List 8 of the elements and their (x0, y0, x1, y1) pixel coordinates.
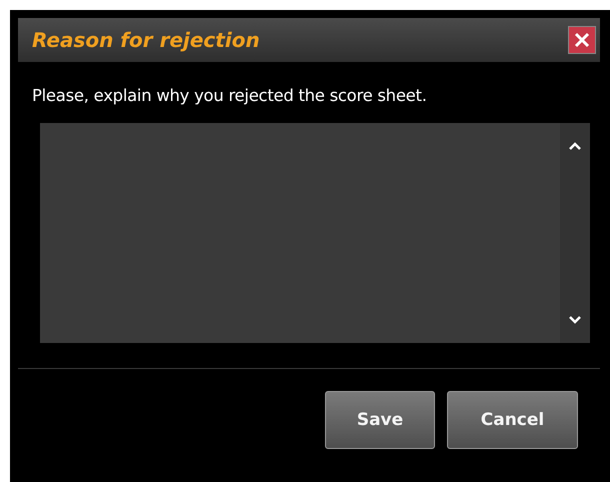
instruction-text: Please, explain why you rejected the score sheet. (32, 86, 428, 105)
close-icon[interactable] (568, 26, 596, 54)
dialog-title: Reason for rejection (32, 28, 260, 52)
scroll-down-icon[interactable] (568, 315, 582, 325)
save-button[interactable]: Save (325, 391, 435, 449)
reason-input-field[interactable] (40, 123, 590, 343)
scroll-up-icon[interactable] (568, 141, 582, 151)
cancel-button[interactable]: Cancel (447, 391, 578, 449)
